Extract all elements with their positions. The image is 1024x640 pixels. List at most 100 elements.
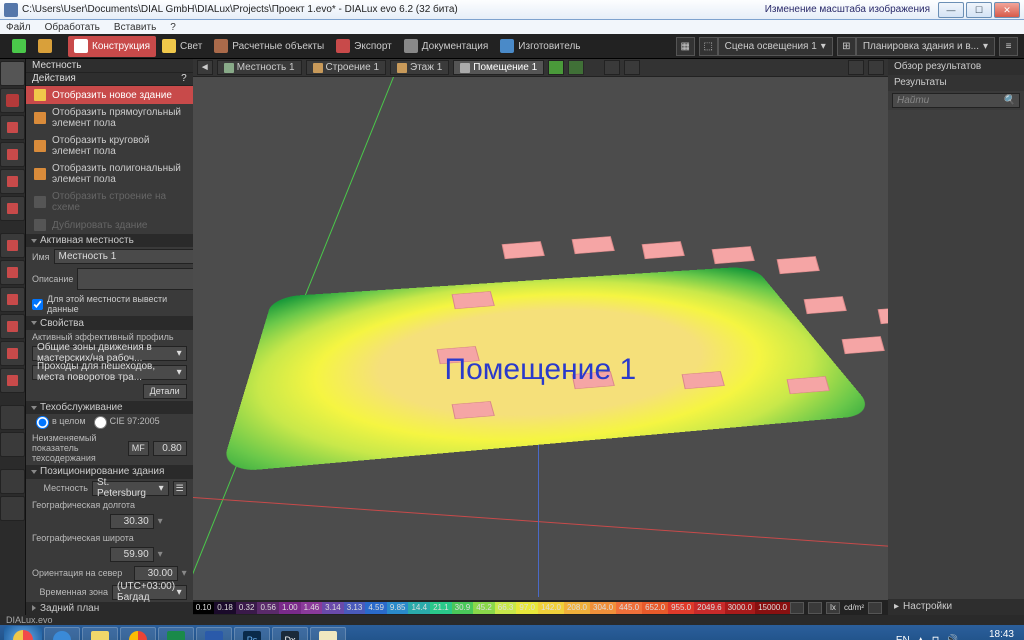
tb-word[interactable]	[196, 627, 232, 640]
system-tray[interactable]: EN ▲ ⊓ 🔊 18:43 04.01.2017	[890, 629, 1020, 640]
tool-stairs[interactable]	[0, 314, 25, 339]
tool-copy[interactable]	[0, 405, 25, 430]
ribbon-docs[interactable]: Документация	[398, 36, 495, 57]
ribbon-tool-4[interactable]: ≡	[999, 37, 1018, 56]
tab-room[interactable]: Помещение 1	[453, 60, 544, 75]
action-circle-floor[interactable]: Отобразить круговой элемент пола	[26, 132, 193, 160]
tb-ie[interactable]	[44, 627, 80, 640]
desc-input[interactable]	[77, 268, 192, 290]
ribbon-new[interactable]	[6, 36, 32, 57]
ribbon: Конструкция Свет Расчетные объекты Экспо…	[0, 34, 1024, 59]
output-label: Для этой местности вывести данные	[47, 294, 187, 314]
tool-arrow[interactable]	[0, 61, 25, 86]
tool-view1[interactable]	[0, 469, 25, 494]
city-dropdown[interactable]: St. Petersburg▾	[92, 481, 169, 496]
vp-back[interactable]: ◄	[197, 60, 213, 75]
menu-insert[interactable]: Вставить	[114, 22, 156, 33]
north-input[interactable]	[134, 566, 178, 581]
ribbon-tool-2[interactable]: ⬚	[699, 37, 718, 56]
ribbon-manufacturer[interactable]: Изготовитель	[494, 36, 586, 57]
tz-label: Временная зона	[32, 587, 108, 597]
tz-dropdown[interactable]: (UTC+03:00) Багдад▾	[112, 585, 187, 600]
tb-chrome[interactable]	[120, 627, 156, 640]
properties-header[interactable]: Свойства	[26, 316, 193, 329]
ribbon-open[interactable]	[32, 36, 58, 57]
lon-input[interactable]	[110, 514, 154, 529]
tab-building[interactable]: Строение 1	[306, 60, 387, 75]
viewport: ◄ Местность 1 Строение 1 Этаж 1 Помещени…	[193, 59, 888, 615]
scale-btn-4[interactable]	[868, 602, 882, 614]
tool-column[interactable]	[0, 287, 25, 312]
maint-value-input[interactable]	[153, 441, 187, 456]
tool-help[interactable]	[0, 432, 25, 457]
tab-locality[interactable]: Местность 1	[217, 60, 302, 75]
vp-mode-1[interactable]	[548, 60, 564, 75]
output-checkbox[interactable]	[32, 299, 43, 310]
maint-header[interactable]: Техобслуживание	[26, 401, 193, 414]
plan-dropdown[interactable]: Планировка здания и в...▾	[856, 37, 995, 56]
statusbar: DIALux.evo	[0, 615, 1024, 625]
room-label: Помещение 1	[445, 353, 637, 387]
profile-label: Активный эффективный профиль	[32, 332, 174, 342]
scale-btn-1[interactable]	[790, 602, 804, 614]
bg-header[interactable]: Задний план	[26, 602, 193, 615]
scene-dropdown[interactable]: Сцена освещения 1▾	[718, 37, 833, 56]
close-button[interactable]: ✕	[994, 2, 1020, 18]
tool-cut[interactable]	[0, 196, 25, 221]
menu-edit[interactable]: Обработать	[45, 22, 100, 33]
vp-mode-2[interactable]	[568, 60, 584, 75]
ribbon-calc-objects[interactable]: Расчетные объекты	[208, 36, 330, 57]
scale-seg: 9.85	[387, 602, 409, 614]
tool-furniture[interactable]	[0, 368, 25, 393]
minimize-button[interactable]: —	[938, 2, 964, 18]
lat-input[interactable]	[110, 547, 154, 562]
menu-file[interactable]: Файл	[6, 22, 31, 33]
ribbon-export[interactable]: Экспорт	[330, 36, 398, 57]
tb-explorer[interactable]	[82, 627, 118, 640]
scale-seg: 14.4	[408, 602, 430, 614]
action-rect-floor[interactable]: Отобразить прямоугольный элемент пола	[26, 104, 193, 132]
tb-notes[interactable]	[310, 627, 346, 640]
details-button[interactable]: Детали	[143, 384, 187, 399]
ribbon-tool-1[interactable]: ▦	[676, 37, 695, 56]
profile2-dropdown[interactable]: Проходы для пешеходов, места поворотов т…	[32, 365, 187, 380]
action-poly-floor[interactable]: Отобразить полигональный элемент пола	[26, 160, 193, 188]
tb-dialux[interactable]: Dx	[272, 627, 308, 640]
start-button[interactable]	[4, 626, 42, 640]
tool-building[interactable]	[0, 88, 25, 113]
menu-help[interactable]: ?	[170, 22, 176, 33]
profile1-dropdown[interactable]: Общие зоны движения в мастерских/на рабо…	[32, 346, 187, 361]
ribbon-light[interactable]: Свет	[156, 36, 208, 57]
canvas-3d[interactable]: Помещение 1	[193, 77, 888, 600]
maint-radio-b[interactable]	[94, 416, 107, 429]
vp-mode-3[interactable]	[604, 60, 620, 75]
scale-btn-3[interactable]: lx	[826, 602, 840, 614]
maint-radio-a[interactable]	[36, 416, 49, 429]
vp-tool-b[interactable]	[868, 60, 884, 75]
tb-ps[interactable]: Ps	[234, 627, 270, 640]
scale-seg: 30.9	[452, 602, 474, 614]
tray-lang[interactable]: EN	[896, 635, 910, 640]
maximize-button[interactable]: ☐	[966, 2, 992, 18]
ribbon-tool-3[interactable]: ⊞	[837, 37, 856, 56]
scale-btn-2[interactable]	[808, 602, 822, 614]
tool-ramp[interactable]	[0, 341, 25, 366]
tool-door[interactable]	[0, 260, 25, 285]
settings-header[interactable]: ▸Настройки	[888, 599, 1024, 615]
city-extra[interactable]: ☰	[173, 481, 187, 496]
active-locality-header[interactable]: Активная местность	[26, 234, 193, 247]
tb-excel[interactable]	[158, 627, 194, 640]
tool-view2[interactable]	[0, 496, 25, 521]
results-search[interactable]: Найти🔍	[892, 93, 1020, 108]
action-new-building[interactable]: Отобразить новое здание	[26, 86, 193, 104]
tool-window[interactable]	[0, 233, 25, 258]
tool-roof[interactable]	[0, 169, 25, 194]
tool-room[interactable]	[0, 142, 25, 167]
vp-tool-a[interactable]	[848, 60, 864, 75]
vp-mode-4[interactable]	[624, 60, 640, 75]
name-input[interactable]	[54, 249, 193, 264]
tool-floor[interactable]	[0, 115, 25, 140]
scale-seg: 652.0	[642, 602, 668, 614]
tab-floor[interactable]: Этаж 1	[390, 60, 449, 75]
ribbon-construction[interactable]: Конструкция	[68, 36, 156, 57]
